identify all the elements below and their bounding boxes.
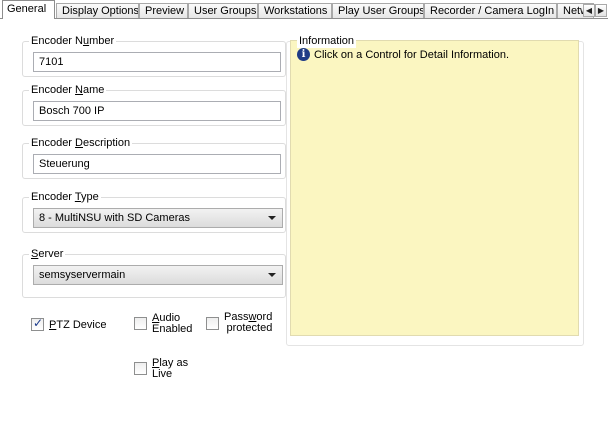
tab-bar: General Display Options Preview User Gro… <box>0 0 608 20</box>
password-protected-label[interactable]: Password protected <box>224 312 272 334</box>
encoder-description-input[interactable]: Steuerung <box>33 154 281 174</box>
information-panel <box>290 40 579 336</box>
encoder-description-label: Encoder Description <box>29 136 133 150</box>
ptz-device-checkbox[interactable] <box>31 316 44 331</box>
encoder-type-dropdown[interactable]: 8 - MultiNSU with SD Cameras <box>33 208 283 228</box>
encoder-number-label: Encoder Number <box>29 34 117 48</box>
tab-recorder-camera-login[interactable]: Recorder / Camera LogIn <box>424 3 557 18</box>
play-as-live-label[interactable]: Play as Live <box>152 358 188 380</box>
tab-scroll-right-icon[interactable]: ▶ <box>595 4 607 17</box>
encoder-number-group: Encoder Number 7101 <box>22 34 286 77</box>
encoder-type-value: 8 - MultiNSU with SD Cameras <box>39 212 190 224</box>
audio-enabled-checkbox[interactable] <box>134 317 147 330</box>
tab-bar-baseline <box>0 18 608 19</box>
encoder-name-label: Encoder Name <box>29 83 107 97</box>
tab-display-options[interactable]: Display Options <box>56 3 139 18</box>
password-protected-checkbox[interactable] <box>206 317 219 330</box>
tab-user-groups[interactable]: User Groups <box>188 3 258 18</box>
info-icon: i <box>297 48 310 61</box>
encoder-number-input[interactable]: 7101 <box>33 52 281 72</box>
information-text: Click on a Control for Detail Informatio… <box>314 49 510 61</box>
tab-workstations[interactable]: Workstations <box>258 3 332 18</box>
server-value: semsyservermain <box>39 269 126 281</box>
play-as-live-checkbox[interactable] <box>134 362 147 375</box>
information-label: Information <box>297 34 357 48</box>
chevron-down-icon <box>268 216 276 220</box>
tab-play-user-groups[interactable]: Play User Groups <box>332 3 424 18</box>
tab-general[interactable]: General <box>2 0 55 19</box>
tab-preview[interactable]: Preview <box>139 3 188 18</box>
audio-enabled-label[interactable]: Audio Enabled <box>152 313 192 335</box>
ptz-device-label[interactable]: PTZ Device <box>49 320 106 331</box>
encoder-type-label: Encoder Type <box>29 190 101 204</box>
encoder-name-input[interactable]: Bosch 700 IP <box>33 101 281 121</box>
encoder-type-group: Encoder Type 8 - MultiNSU with SD Camera… <box>22 190 286 233</box>
chevron-down-icon <box>268 273 276 277</box>
server-group: Server semsyservermain <box>22 247 286 298</box>
password-label-line2: protected <box>226 322 273 334</box>
encoder-name-group: Encoder Name Bosch 700 IP <box>22 83 286 126</box>
encoder-description-group: Encoder Description Steuerung <box>22 136 286 179</box>
audio-label-line2: Enabled <box>152 323 193 335</box>
play-live-label-line2: Live <box>152 368 173 380</box>
tab-scroll-left-icon[interactable]: ◀ <box>583 4 595 17</box>
server-dropdown[interactable]: semsyservermain <box>33 265 283 285</box>
server-label: Server <box>29 247 66 261</box>
